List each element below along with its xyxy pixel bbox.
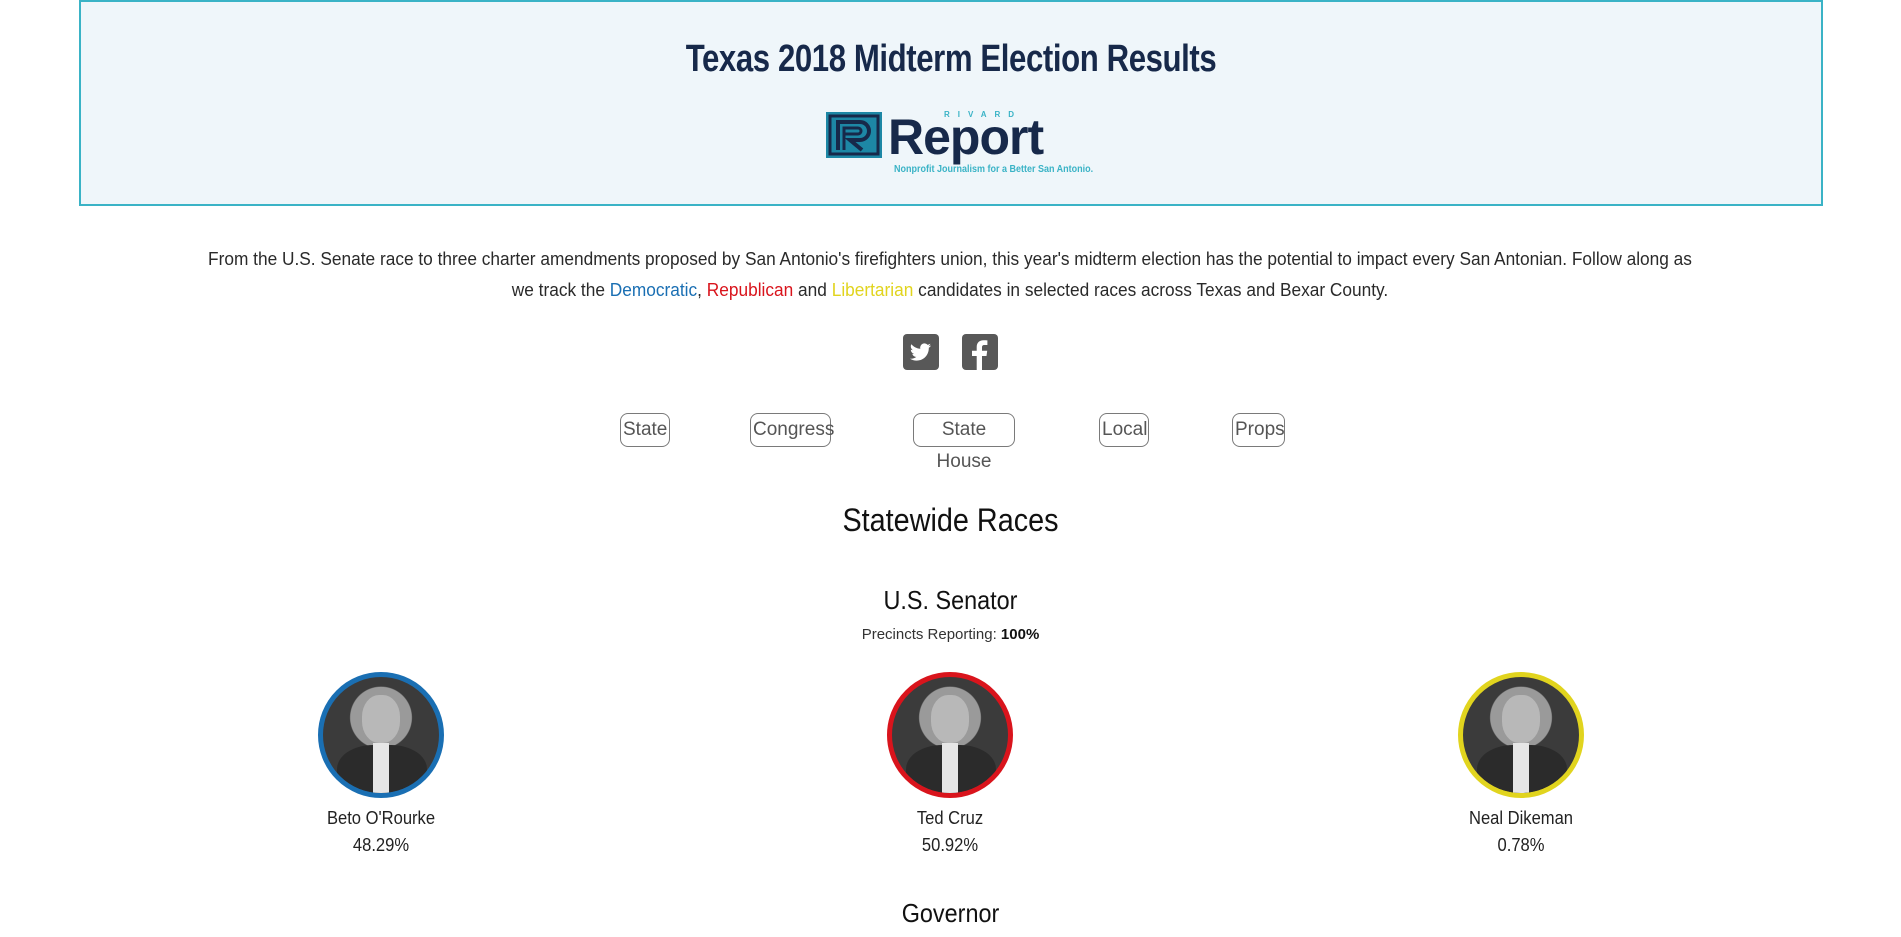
candidate-card: Neal Dikeman 0.78% — [1411, 672, 1631, 856]
candidate-percent: 48.29% — [352, 835, 410, 855]
logo-r-icon — [826, 112, 882, 158]
intro-text-after: candidates in selected races across Texa… — [918, 280, 1389, 300]
candidate-name: Neal Dikeman — [1468, 808, 1573, 828]
candidate-percent: 0.78% — [1497, 835, 1545, 855]
intro-comma: , — [697, 280, 702, 300]
candidate-photo — [887, 672, 1013, 798]
twitter-icon[interactable] — [903, 334, 939, 370]
nav-state-button[interactable]: State — [620, 413, 670, 447]
nav-local-button[interactable]: Local — [1099, 413, 1149, 447]
logo-tagline: Nonprofit Journalism for a Better San An… — [894, 164, 1094, 175]
republican-label: Republican — [706, 280, 794, 300]
candidate-photo — [318, 672, 444, 798]
candidate-card: Beto O'Rourke 48.29% — [271, 672, 491, 856]
logo-wordmark: Report — [888, 109, 1044, 165]
section-title: Statewide Races — [842, 502, 1059, 538]
race-title-us-senator: U.S. Senator — [883, 585, 1018, 615]
intro-paragraph: From the U.S. Senate race to three chart… — [201, 244, 1699, 306]
facebook-icon[interactable] — [962, 334, 998, 370]
precincts-label: Precincts Reporting: — [861, 626, 997, 643]
candidate-name: Beto O'Rourke — [326, 808, 436, 828]
candidate-card: Ted Cruz 50.92% — [840, 672, 1060, 856]
race-title-governor: Governor — [901, 898, 1000, 928]
candidate-name: Ted Cruz — [916, 808, 984, 828]
libertarian-label: Libertarian — [831, 280, 914, 300]
candidate-photo — [1458, 672, 1584, 798]
page-title: Texas 2018 Midterm Election Results — [685, 38, 1217, 80]
nav-props-button[interactable]: Props — [1232, 413, 1285, 447]
header-banner: Texas 2018 Midterm Election Results RIVA… — [79, 0, 1823, 206]
rivard-report-logo[interactable]: RIVARD Report Nonprofit Journalism for a… — [826, 109, 1093, 180]
nav-congress-button[interactable]: Congress — [750, 413, 834, 447]
nav-state-house-button[interactable]: State House — [913, 413, 1015, 472]
democratic-label: Democratic — [609, 280, 698, 300]
precincts-reporting: Precincts Reporting: 100% — [0, 626, 1901, 643]
candidate-percent: 50.92% — [921, 835, 979, 855]
intro-and: and — [798, 280, 827, 300]
precincts-value: 100% — [1000, 626, 1040, 643]
